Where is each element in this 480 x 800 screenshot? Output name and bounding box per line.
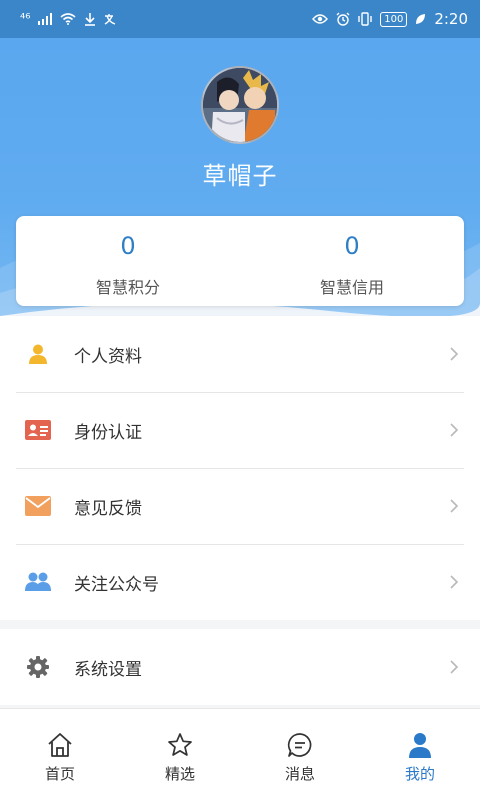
avatar-image [203, 68, 277, 142]
menu-item-id-verify[interactable]: 身份认证 [0, 392, 480, 468]
tab-label: 精选 [164, 765, 195, 783]
score-card: 0 智慧积分 0 智慧信用 [16, 216, 464, 306]
chevron-right-icon [450, 575, 459, 589]
wifi-icon [60, 13, 76, 25]
download-icon [85, 12, 96, 26]
clock: 2:20 [434, 10, 468, 28]
menu-list: 个人资料 身份认证 意见反馈 关注公众号 [0, 316, 480, 620]
battery-level: 100 [380, 11, 408, 27]
star-icon [168, 733, 192, 756]
menu-item-label: 系统设置 [74, 659, 142, 680]
profile-screen: ⁴⁶ 100 2:20 草帽子 0 智慧积分 0 智慧信用 个人资料 身份认证 … [0, 0, 480, 800]
tab-messages[interactable]: 消息 [240, 709, 360, 800]
chevron-right-icon [450, 499, 459, 513]
home-icon [48, 733, 72, 757]
avatar[interactable] [201, 66, 279, 144]
status-right: 100 2:20 [312, 10, 468, 28]
signal-icon [38, 13, 53, 25]
score-points-value: 0 [120, 232, 136, 260]
tab-mine[interactable]: 我的 [360, 709, 480, 800]
menu-item-follow-account[interactable]: 关注公众号 [0, 544, 480, 620]
score-credit-label: 智慧信用 [319, 278, 384, 297]
menu-item-feedback[interactable]: 意见反馈 [0, 468, 480, 544]
score-points[interactable]: 0 智慧积分 [16, 216, 240, 306]
network-label: ⁴⁶ [20, 11, 31, 27]
menu-item-label: 关注公众号 [74, 574, 159, 595]
score-credit[interactable]: 0 智慧信用 [240, 216, 464, 306]
tab-featured[interactable]: 精选 [120, 709, 240, 800]
menu-item-label: 个人资料 [74, 346, 142, 367]
settings-list: 系统设置 [0, 629, 480, 705]
gear-icon [24, 653, 52, 681]
translate-icon [105, 13, 116, 25]
chevron-right-icon [450, 347, 459, 361]
user-icon [24, 340, 52, 368]
tab-label: 我的 [404, 765, 435, 783]
menu-item-settings[interactable]: 系统设置 [0, 629, 480, 705]
bottom-tab-bar: 首页 精选 消息 我的 [0, 708, 480, 800]
score-points-label: 智慧积分 [95, 278, 160, 297]
message-icon [287, 733, 312, 757]
status-bar: ⁴⁶ 100 2:20 [0, 0, 480, 38]
alarm-icon [336, 12, 350, 26]
chevron-right-icon [450, 660, 459, 674]
status-left: ⁴⁶ [20, 11, 118, 27]
leaf-icon [416, 14, 426, 24]
vibrate-icon [358, 12, 372, 26]
menu-item-label: 意见反馈 [74, 498, 142, 519]
eye-icon [312, 14, 329, 24]
chevron-right-icon [450, 423, 459, 437]
id-card-icon [24, 416, 52, 444]
mail-icon [24, 492, 52, 520]
score-credit-value: 0 [344, 232, 360, 260]
user-icon [409, 733, 431, 758]
username: 草帽子 [202, 162, 278, 190]
menu-item-label: 身份认证 [74, 422, 142, 443]
tab-home[interactable]: 首页 [0, 709, 120, 800]
tab-label: 消息 [284, 765, 315, 783]
menu-item-profile[interactable]: 个人资料 [0, 316, 480, 392]
group-icon [24, 568, 52, 596]
tab-label: 首页 [44, 765, 75, 783]
